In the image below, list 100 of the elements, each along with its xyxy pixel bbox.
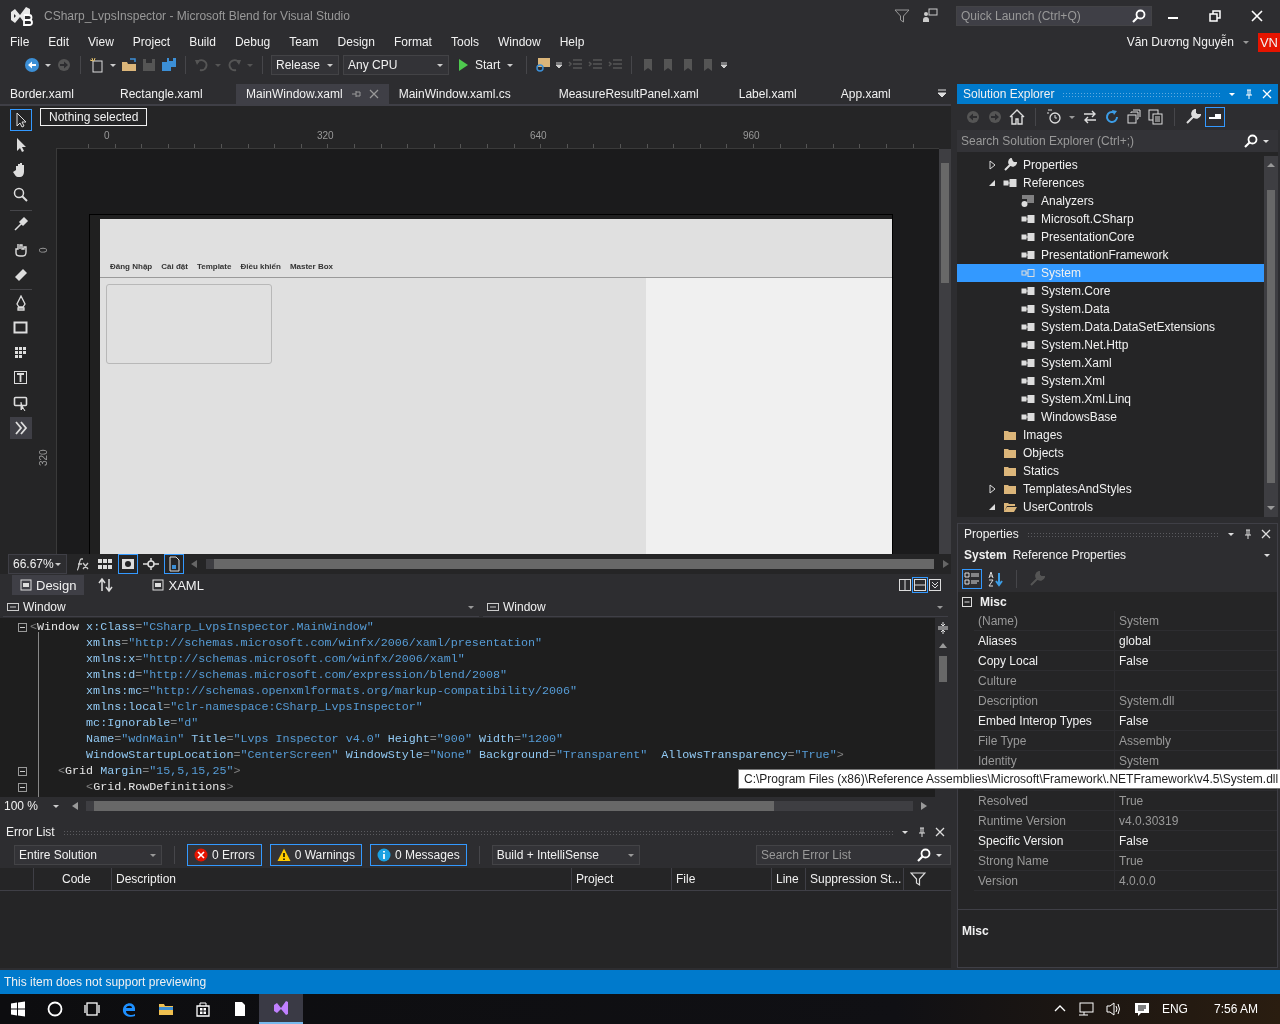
close-icon[interactable] bbox=[1249, 8, 1265, 24]
eyedropper-icon[interactable] bbox=[13, 216, 29, 232]
tree-item[interactable]: System.Xaml bbox=[957, 354, 1264, 372]
document-tab[interactable]: Border.xaml bbox=[0, 84, 110, 104]
taskbar-button[interactable] bbox=[259, 994, 303, 1024]
tree-item[interactable]: System.Data bbox=[957, 300, 1264, 318]
tree-item[interactable]: System.Core bbox=[957, 282, 1264, 300]
horizontal-scrollbar[interactable] bbox=[206, 559, 934, 569]
alphabetical-icon[interactable] bbox=[988, 571, 1004, 587]
error-search-field[interactable]: Search Error List bbox=[756, 845, 951, 865]
copy-icon[interactable] bbox=[1148, 109, 1164, 125]
selection-tool[interactable] bbox=[10, 109, 32, 131]
expander-icon[interactable] bbox=[987, 178, 997, 188]
filter-icon[interactable] bbox=[894, 8, 910, 24]
grid-icon[interactable] bbox=[97, 556, 113, 572]
task-view-icon[interactable] bbox=[84, 1001, 100, 1017]
caret-icon[interactable] bbox=[1227, 530, 1235, 538]
vertical-scrollbar[interactable] bbox=[1264, 156, 1278, 517]
account-name[interactable]: Văn Dương Nguyễn bbox=[1126, 35, 1234, 49]
expander-icon[interactable] bbox=[987, 484, 997, 494]
tree-item[interactable]: TemplatesAndStyles bbox=[957, 480, 1264, 498]
rectangle-icon[interactable] bbox=[13, 320, 29, 336]
tree-item[interactable]: PresentationFramework bbox=[957, 246, 1264, 264]
zoom-dropdown[interactable]: 100 % bbox=[0, 798, 64, 813]
effects-icon[interactable] bbox=[74, 556, 90, 572]
grid-icon[interactable] bbox=[13, 345, 29, 361]
menu-item[interactable]: Window bbox=[492, 35, 547, 49]
store-icon[interactable] bbox=[195, 1001, 211, 1017]
text-icon[interactable] bbox=[13, 370, 29, 386]
collapse-icon[interactable] bbox=[18, 782, 27, 792]
menu-item[interactable]: Debug bbox=[228, 35, 277, 49]
menu-item[interactable]: Format bbox=[387, 35, 438, 49]
menu-item[interactable]: Build bbox=[183, 35, 222, 49]
scope-dropdown[interactable]: Entire Solution bbox=[14, 845, 162, 865]
snap-lines-icon[interactable] bbox=[143, 556, 159, 572]
restore-icon[interactable] bbox=[1207, 8, 1223, 24]
menu-item[interactable]: Help bbox=[553, 35, 591, 49]
menu-item[interactable]: Project bbox=[126, 35, 177, 49]
project-code-icon[interactable] bbox=[166, 556, 182, 572]
feedback-icon[interactable] bbox=[922, 8, 938, 24]
column-header[interactable]: File bbox=[672, 868, 772, 890]
back-icon[interactable] bbox=[24, 57, 40, 73]
expander-icon[interactable] bbox=[987, 502, 997, 512]
scroll-left-icon[interactable] bbox=[189, 559, 199, 569]
caret-icon[interactable] bbox=[1228, 90, 1236, 98]
collapse-icon[interactable] bbox=[18, 622, 27, 632]
pin-icon[interactable] bbox=[350, 89, 361, 99]
document-tab[interactable]: Rectangle.xaml bbox=[110, 84, 236, 104]
column-header[interactable]: Line bbox=[772, 868, 806, 890]
history-icon[interactable] bbox=[1046, 109, 1062, 125]
scroll-up-icon[interactable] bbox=[1266, 160, 1276, 170]
zoom-icon[interactable] bbox=[13, 187, 29, 203]
menu-item[interactable]: Tools bbox=[444, 35, 485, 49]
clock[interactable]: 7:56 AM bbox=[1213, 1002, 1258, 1016]
start-button[interactable]: Start bbox=[453, 56, 519, 74]
tree-item[interactable]: PresentationCore bbox=[957, 228, 1264, 246]
caret-icon[interactable] bbox=[44, 61, 52, 69]
collapse-pane-icon[interactable] bbox=[929, 579, 941, 591]
caret-icon[interactable] bbox=[1068, 113, 1076, 121]
document-tab[interactable]: MainWindow.xaml.cs bbox=[388, 84, 549, 104]
tree-item[interactable]: UserControls bbox=[957, 498, 1264, 516]
menu-item[interactable]: File bbox=[4, 35, 36, 49]
assets-tool[interactable] bbox=[10, 417, 32, 439]
document-tab[interactable]: MeasureResultPanel.xaml bbox=[548, 84, 729, 104]
column-header[interactable]: Description bbox=[112, 868, 572, 890]
quick-launch-field[interactable]: Quick Launch (Ctrl+Q) bbox=[956, 6, 1152, 26]
browser-icon[interactable] bbox=[121, 1001, 137, 1017]
tree-item[interactable]: WindowsBase bbox=[957, 408, 1264, 426]
document-tab[interactable]: App.xaml bbox=[830, 84, 901, 104]
menu-item[interactable]: Team bbox=[283, 35, 325, 49]
open-folder-icon[interactable] bbox=[121, 57, 137, 73]
scroll-down-icon[interactable] bbox=[1266, 503, 1276, 513]
overflow-icon[interactable] bbox=[555, 61, 564, 69]
property-value[interactable]: False bbox=[1115, 831, 1277, 850]
snap-grid-icon[interactable] bbox=[120, 556, 136, 572]
categorized-icon[interactable] bbox=[964, 571, 980, 587]
expander-icon[interactable] bbox=[987, 160, 997, 170]
scroll-left-icon[interactable] bbox=[70, 800, 80, 811]
filter-toggle-button[interactable]: 0 Warnings bbox=[269, 844, 362, 866]
tree-item[interactable]: References bbox=[957, 174, 1264, 192]
document-icon[interactable] bbox=[232, 1001, 248, 1017]
tree-item[interactable]: Statics bbox=[957, 462, 1264, 480]
network-icon[interactable] bbox=[1077, 1001, 1094, 1017]
column-header[interactable]: Suppression St... bbox=[806, 868, 904, 890]
solution-search-field[interactable]: Search Solution Explorer (Ctrl+;) bbox=[957, 130, 1278, 152]
filter-toggle-button[interactable]: 0 Messages bbox=[369, 844, 467, 866]
search-icon[interactable] bbox=[47, 1001, 63, 1017]
source-dropdown[interactable]: Build + IntelliSense bbox=[491, 845, 640, 865]
tree-item[interactable]: System.Net.Http bbox=[957, 336, 1264, 354]
collapse-all-icon[interactable] bbox=[1126, 109, 1142, 125]
menu-item[interactable]: Design bbox=[331, 35, 381, 49]
tree-item[interactable]: System.Xml.Linq bbox=[957, 390, 1264, 408]
file-explorer-icon[interactable] bbox=[158, 1001, 174, 1017]
tree-item[interactable]: System.Data.DataSetExtensions bbox=[957, 318, 1264, 336]
control-icon[interactable] bbox=[13, 395, 29, 411]
scroll-right-icon[interactable] bbox=[919, 800, 929, 811]
split-icon[interactable] bbox=[937, 622, 949, 634]
overflow-icon[interactable] bbox=[720, 61, 729, 69]
breadcrumb[interactable]: Nothing selected bbox=[40, 108, 148, 126]
language-indicator[interactable]: ENG bbox=[1161, 1002, 1188, 1016]
